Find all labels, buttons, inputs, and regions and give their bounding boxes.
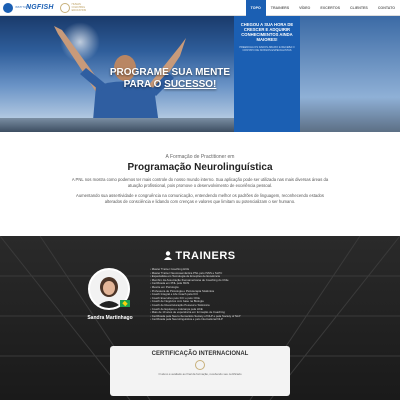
signup-box-title: CHEGOU A SUA HORA DE CRESCER E ADQUIRIR … [240,22,294,42]
logo-title: NGFISH [26,4,54,11]
partner-logo-text: HUMAN COACHING EDUCATION [71,3,87,12]
nav-item-excertos[interactable]: EXCERTOS [315,0,345,16]
brand-logo[interactable]: INSTITUTO NGFISH [0,0,54,16]
hero-title-line2-text: PARA O [123,79,165,90]
certification-logo-icon [195,360,205,370]
list-item: Certificada pela Neurolinguística e pelo… [150,318,310,322]
certification-card: CERTIFICAÇÃO INTERNACIONAL O aluno é ava… [110,346,290,396]
nav-item-trainers[interactable]: TRAINERS [266,0,294,16]
nav-item-clientes[interactable]: CLIENTES [345,0,373,16]
top-navbar: INSTITUTO NGFISH HUMAN COACHING EDUCATIO… [0,0,400,16]
nav-item-topo[interactable]: TOPO [245,0,266,16]
certification-title: CERTIFICAÇÃO INTERNACIONAL [151,351,249,357]
signup-box-text: PREENCHA OS DADOS ABAIXO E RECEBA O CONT… [239,46,295,53]
trainers-title: TRAINERS [0,250,400,262]
intro-title: Programação Neurolinguística [127,162,273,173]
intro-section: A Formação de Practitioner em Programaçã… [0,132,400,236]
nav-item-contato[interactable]: CONTATO [373,0,400,16]
hero-title-highlight: SUCESSO! [164,79,217,90]
partner-logo-icon [59,2,70,13]
trainer-bio-list: Master Trainer Coaching HCE Master Train… [150,267,310,322]
intro-paragraph-2: Aumentando sua assertividade e congruênc… [76,193,324,204]
intro-paragraph-1: A PNL nos mostra como podemos ter mais c… [71,177,329,188]
user-icon [164,251,173,260]
nav-item-video[interactable]: VÍDEO [294,0,315,16]
hero-side-image [300,16,400,132]
logo-subtitle: INSTITUTO [15,6,30,9]
main-nav: TOPO TRAINERS VÍDEO EXCERTOS CLIENTES CO… [245,0,400,16]
trainer-name: Sandra Martinhago [87,315,133,321]
certification-text: O aluno é avaliado ao final da formação,… [158,372,242,376]
intro-kicker: A Formação de Practitioner em [165,154,235,160]
partner-logo: HUMAN COACHING EDUCATION [59,2,94,13]
signup-box: CHEGOU A SUA HORA DE CRESCER E ADQUIRIR … [234,16,300,132]
brazil-flag-icon [120,300,130,307]
trainers-title-text: TRAINERS [175,250,236,262]
logo-mark-icon [3,2,13,13]
